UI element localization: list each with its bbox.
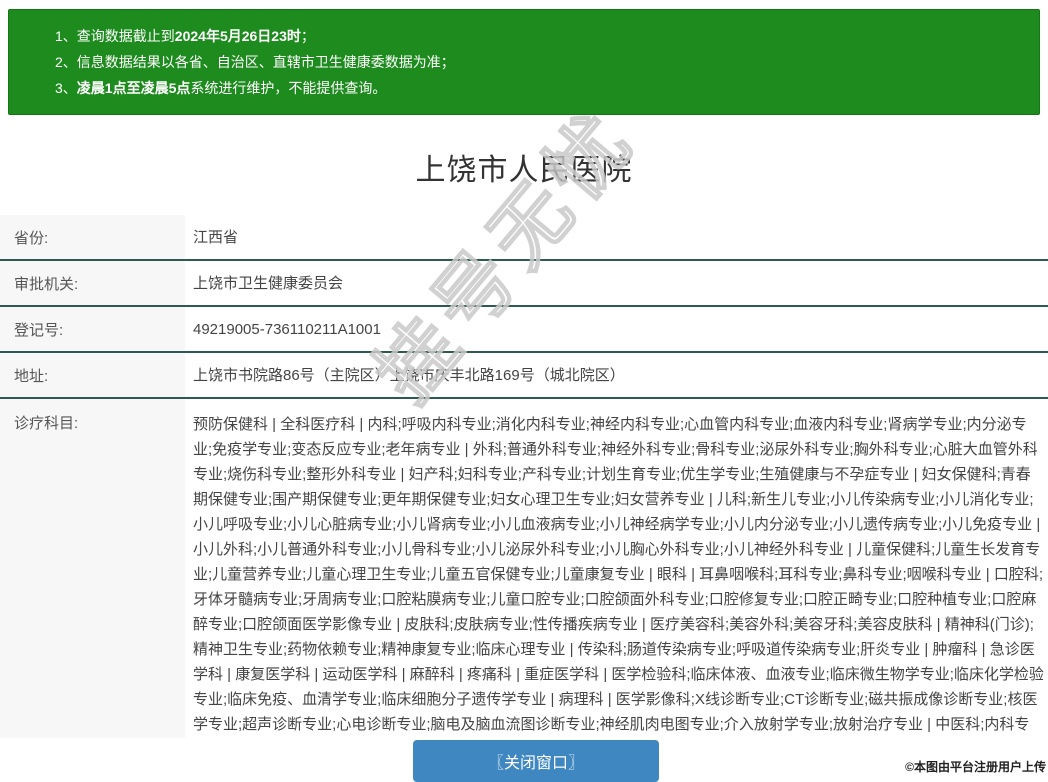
notice-line-3: 3、凌晨1点至凌晨5点系统进行维护，不能提供查询。 <box>55 75 1019 101</box>
row-value: 上饶市卫生健康委员会 <box>185 261 1048 305</box>
row-value: 49219005-736110211A1001 <box>185 307 1048 351</box>
copyright-notice: ©本图由平台注册用户上传 <box>905 758 1046 775</box>
row-label: 地址: <box>0 353 185 397</box>
notice-line-1: 1、查询数据截止到2024年5月26日23时； <box>55 23 1019 49</box>
hospital-info-table: 省份: 江西省 审批机关: 上饶市卫生健康委员会 登记号: 49219005-7… <box>0 215 1048 751</box>
row-label: 诊疗科目: <box>0 399 185 751</box>
row-label: 审批机关: <box>0 261 185 305</box>
row-value: 上饶市书院路86号（主院区）上饶市庆丰北路169号（城北院区） <box>185 353 1048 397</box>
table-row-approval-authority: 审批机关: 上饶市卫生健康委员会 <box>0 261 1048 307</box>
notice-banner: 1、查询数据截止到2024年5月26日23时； 2、信息数据结果以各省、自治区、… <box>8 9 1040 115</box>
table-row-medical-subjects: 诊疗科目: 预防保健科 | 全科医疗科 | 内科;呼吸内科专业;消化内科专业;神… <box>0 399 1048 751</box>
row-value: 预防保健科 | 全科医疗科 | 内科;呼吸内科专业;消化内科专业;神经内科专业;… <box>185 399 1048 751</box>
footer-bar: 〖关闭窗口〗 ©本图由平台注册用户上传 <box>0 738 1048 776</box>
row-label: 登记号: <box>0 307 185 351</box>
notice-line-2: 2、信息数据结果以各省、自治区、直辖市卫生健康委数据为准； <box>55 49 1019 75</box>
table-row-address: 地址: 上饶市书院路86号（主院区）上饶市庆丰北路169号（城北院区） <box>0 353 1048 399</box>
table-row-registration-number: 登记号: 49219005-736110211A1001 <box>0 307 1048 353</box>
row-label: 省份: <box>0 215 185 259</box>
page-title: 上饶市人民医院 <box>0 145 1048 189</box>
table-row-province: 省份: 江西省 <box>0 215 1048 261</box>
row-value: 江西省 <box>185 215 1048 259</box>
